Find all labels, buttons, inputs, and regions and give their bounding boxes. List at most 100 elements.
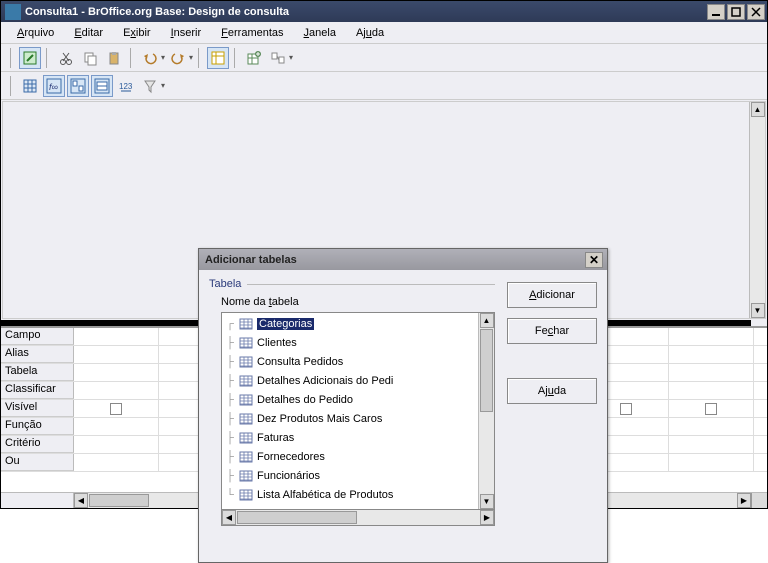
- list-label: Nome da tabela: [209, 296, 495, 308]
- close-dialog-button[interactable]: Fechar: [507, 318, 597, 344]
- dialog-close-button[interactable]: ✕: [585, 252, 603, 268]
- scroll-thumb[interactable]: [237, 511, 357, 524]
- undo-icon[interactable]: [139, 47, 161, 69]
- scroll-thumb[interactable]: [480, 329, 493, 412]
- title-bar: Consulta1 - BrOffice.org Base: Design de…: [1, 1, 767, 22]
- list-item-label: Dez Produtos Mais Caros: [257, 413, 382, 425]
- design-view-icon[interactable]: [207, 47, 229, 69]
- cut-icon[interactable]: [55, 47, 77, 69]
- list-item[interactable]: ├Detalhes do Pedido: [223, 390, 477, 409]
- redo-icon[interactable]: [167, 47, 189, 69]
- canvas-vscrollbar[interactable]: ▲ ▼: [749, 102, 765, 318]
- list-item[interactable]: ├Detalhes Adicionais do Pedi: [223, 371, 477, 390]
- app-window: Consulta1 - BrOffice.org Base: Design de…: [0, 0, 768, 509]
- menu-exibir[interactable]: Exibir: [115, 25, 159, 41]
- grid-cell[interactable]: [669, 328, 754, 345]
- toolbar-grip[interactable]: [10, 48, 14, 68]
- list-item[interactable]: ├Fornecedores: [223, 447, 477, 466]
- grid-cell[interactable]: [669, 364, 754, 381]
- menu-janela[interactable]: Janela: [296, 25, 344, 41]
- list-item[interactable]: ├Consulta Pedidos: [223, 352, 477, 371]
- toolbar-grip-2[interactable]: [10, 76, 14, 96]
- add-button[interactable]: Adicionar: [507, 282, 597, 308]
- grid-cell[interactable]: [74, 382, 159, 399]
- alias-icon[interactable]: [91, 75, 113, 97]
- maximize-button[interactable]: [727, 4, 745, 20]
- tree-line-icon: ├: [225, 413, 235, 425]
- list-item-label: Lista Alfabética de Produtos: [257, 489, 393, 501]
- function-icon[interactable]: f∞: [43, 75, 65, 97]
- distinct-values-icon[interactable]: 123: [115, 75, 137, 97]
- tree-line-icon: ├: [225, 337, 235, 349]
- grid-cell[interactable]: [74, 418, 159, 435]
- grid-cell[interactable]: [669, 382, 754, 399]
- toolbar-overflow-icon[interactable]: ▾: [289, 53, 293, 62]
- list-item[interactable]: └Lista Alfabética de Produtos: [223, 485, 477, 504]
- table-icon: [239, 374, 253, 388]
- list-item[interactable]: ├Clientes: [223, 333, 477, 352]
- app-icon: [5, 4, 21, 20]
- menu-ferramentas[interactable]: Ferramentas: [213, 25, 291, 41]
- scroll-left-icon[interactable]: ◀: [222, 510, 236, 525]
- add-tables-dialog: Adicionar tabelas ✕ Tabela Nome da tabel…: [198, 248, 608, 563]
- table-name-icon[interactable]: [67, 75, 89, 97]
- grid-cell[interactable]: [669, 454, 754, 471]
- visible-checkbox[interactable]: [74, 400, 159, 417]
- close-button[interactable]: [747, 4, 765, 20]
- table-icon: [239, 488, 253, 502]
- listbox-vscrollbar[interactable]: ▲ ▼: [478, 313, 494, 509]
- scroll-right-icon[interactable]: ▶: [737, 493, 751, 508]
- row-label-alias: Alias: [1, 346, 74, 363]
- table-icon: [239, 450, 253, 464]
- list-item-label: Categorias: [257, 318, 314, 330]
- list-item-label: Faturas: [257, 432, 294, 444]
- dialog-title-bar[interactable]: Adicionar tabelas ✕: [199, 249, 607, 270]
- tables-listbox[interactable]: ┌Categorias├Clientes├Consulta Pedidos├De…: [222, 313, 478, 509]
- minimize-button[interactable]: [707, 4, 725, 20]
- list-item[interactable]: ├Funcionários: [223, 466, 477, 485]
- list-item[interactable]: ┌Categorias: [223, 314, 477, 333]
- grid-cell[interactable]: [669, 346, 754, 363]
- main-area: ▲ ▼ Campo Alias Tabela Classificar Visív…: [1, 100, 767, 508]
- grid-cell[interactable]: [669, 418, 754, 435]
- scroll-thumb[interactable]: [89, 494, 149, 507]
- listbox-hscrollbar[interactable]: ◀ ▶: [221, 510, 495, 526]
- list-item[interactable]: ├ Dez Produtos Mais Caros: [223, 409, 477, 428]
- undo-dropdown-icon[interactable]: ▾: [161, 53, 165, 62]
- run-query-icon[interactable]: [19, 75, 41, 97]
- scroll-down-icon[interactable]: ▼: [480, 494, 494, 509]
- grid-cell[interactable]: [74, 328, 159, 345]
- toolbar2-overflow-icon[interactable]: ▾: [161, 81, 165, 90]
- add-table-icon[interactable]: [243, 47, 265, 69]
- toolbar-design: f∞ 123 ▾: [1, 72, 767, 100]
- grid-cell[interactable]: [669, 436, 754, 453]
- paste-icon[interactable]: [103, 47, 125, 69]
- add-relation-icon[interactable]: [267, 47, 289, 69]
- filter-icon[interactable]: [139, 75, 161, 97]
- copy-icon[interactable]: [79, 47, 101, 69]
- menu-ajuda[interactable]: Ajuda: [348, 25, 392, 41]
- grid-cell[interactable]: [74, 346, 159, 363]
- tree-line-icon: ├: [225, 451, 235, 463]
- help-button[interactable]: Ajuda: [507, 378, 597, 404]
- grid-cell[interactable]: [74, 364, 159, 381]
- scroll-left-icon[interactable]: ◀: [74, 493, 88, 508]
- grid-cell[interactable]: [74, 454, 159, 471]
- menu-arquivo[interactable]: Arquivo: [9, 25, 62, 41]
- visible-checkbox[interactable]: [669, 400, 754, 417]
- list-item[interactable]: ├Faturas: [223, 428, 477, 447]
- edit-mode-icon[interactable]: [19, 47, 41, 69]
- dialog-title: Adicionar tabelas: [203, 254, 585, 266]
- list-item-label: Detalhes do Pedido: [257, 394, 353, 406]
- row-label-funcao: Função: [1, 418, 74, 435]
- menu-bar: Arquivo Editar Exibir Inserir Ferramenta…: [1, 22, 767, 44]
- redo-dropdown-icon[interactable]: ▾: [189, 53, 193, 62]
- scroll-right-icon[interactable]: ▶: [480, 510, 494, 525]
- scroll-up-icon[interactable]: ▲: [751, 102, 765, 117]
- scroll-down-icon[interactable]: ▼: [751, 303, 765, 318]
- scroll-up-icon[interactable]: ▲: [480, 313, 494, 328]
- menu-editar[interactable]: Editar: [66, 25, 111, 41]
- menu-inserir[interactable]: Inserir: [163, 25, 210, 41]
- row-label-ou: Ou: [1, 454, 74, 471]
- grid-cell[interactable]: [74, 436, 159, 453]
